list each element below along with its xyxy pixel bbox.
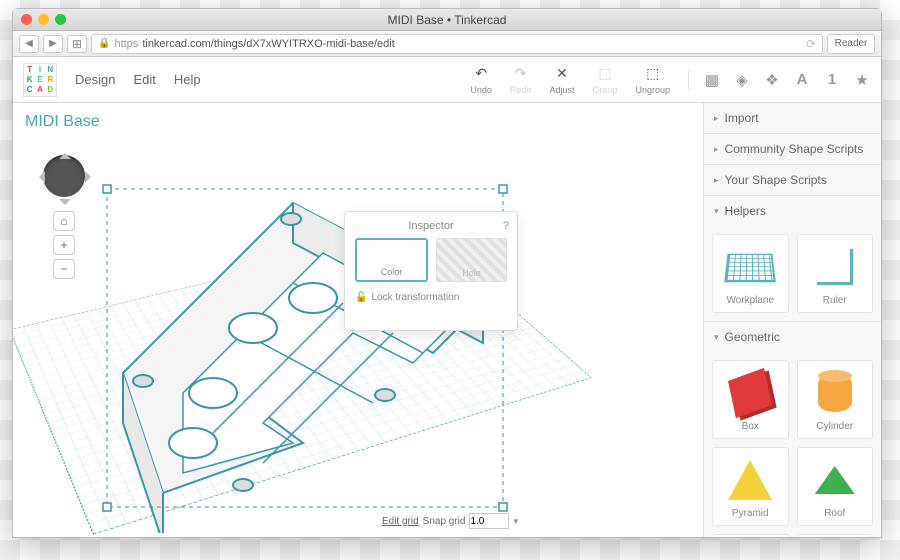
- edit-grid-link[interactable]: Edit grid: [382, 516, 419, 527]
- shape-roof[interactable]: Roof: [797, 447, 874, 526]
- sidebar-community[interactable]: Community Shape Scripts: [704, 134, 881, 164]
- back-button[interactable]: ◀: [19, 35, 39, 53]
- viewmode-wire-icon[interactable]: ❖: [763, 71, 781, 89]
- ungroup-icon: ⬚: [644, 65, 662, 83]
- workplane-icon: [724, 254, 776, 282]
- viewmode-1[interactable]: 1: [823, 71, 841, 89]
- sidebar-import[interactable]: Import: [704, 103, 881, 133]
- viewmode-solid-icon[interactable]: ▦: [703, 71, 721, 89]
- forward-button[interactable]: ▶: [43, 35, 63, 53]
- apps-button[interactable]: ⊞: [67, 35, 87, 53]
- model-title: MIDI Base: [25, 113, 100, 131]
- inspector-panel: Inspector ? Color Hole 🔓 Lock transforma…: [344, 211, 518, 331]
- lock-transformation[interactable]: 🔓 Lock transformation: [355, 292, 507, 303]
- roof-icon: [815, 466, 855, 494]
- sidebar-yours[interactable]: Your Shape Scripts: [704, 165, 881, 195]
- close-icon[interactable]: [21, 14, 32, 25]
- home-view-button[interactable]: ⌂: [53, 211, 75, 231]
- inspector-title: Inspector: [355, 220, 507, 232]
- url-bar[interactable]: 🔒 https tinkercad.com/things/dX7xWYITRXO…: [91, 34, 823, 54]
- group-icon: ⬚: [596, 65, 614, 83]
- refresh-icon[interactable]: ⟳: [806, 37, 816, 51]
- menu-design[interactable]: Design: [75, 72, 115, 87]
- group-button[interactable]: ⬚ Group: [592, 65, 617, 95]
- snap-grid-control: Edit grid Snap grid ▾: [382, 513, 518, 529]
- viewmode-star[interactable]: ★: [853, 71, 871, 89]
- hole-option[interactable]: Hole: [436, 238, 507, 282]
- pan-up-icon[interactable]: [59, 147, 71, 159]
- window-titlebar: MIDI Base • Tinkercad: [13, 9, 881, 31]
- viewmode-cube-icon[interactable]: ◈: [733, 71, 751, 89]
- pyramid-icon: [728, 460, 772, 500]
- pan-right-icon[interactable]: [85, 171, 97, 183]
- snap-grid-label: Snap grid: [423, 516, 466, 527]
- sidebar-helpers[interactable]: Helpers: [704, 196, 881, 226]
- reader-button[interactable]: Reader: [827, 34, 875, 54]
- app-toolbar: TIN KER CAD Design Edit Help ↶ Undo ↷ Re…: [13, 57, 881, 103]
- padlock-icon: 🔓: [355, 292, 367, 303]
- dropdown-icon[interactable]: ▾: [513, 516, 518, 527]
- pan-left-icon[interactable]: [33, 171, 45, 183]
- zoom-out-button[interactable]: −: [53, 259, 75, 279]
- ruler-icon: [817, 249, 853, 285]
- undo-icon: ↶: [472, 65, 490, 83]
- shape-sphere[interactable]: Sphere: [797, 534, 874, 537]
- snap-grid-input[interactable]: [469, 513, 509, 529]
- sidebar-geometric[interactable]: Geometric: [704, 322, 881, 352]
- window-title: MIDI Base • Tinkercad: [13, 13, 881, 27]
- box-icon: [728, 368, 772, 418]
- orbit-control[interactable]: [43, 155, 85, 197]
- menu-help[interactable]: Help: [174, 72, 201, 87]
- sidebar: Import Community Shape Scripts Your Shap…: [703, 103, 881, 537]
- viewmode-a[interactable]: A: [793, 71, 811, 89]
- shape-box[interactable]: Box: [712, 360, 789, 439]
- redo-icon: ↷: [512, 65, 530, 83]
- cylinder-icon: [818, 374, 852, 412]
- helper-ruler[interactable]: Ruler: [797, 234, 874, 313]
- ungroup-button[interactable]: ⬚ Ungroup: [635, 65, 670, 95]
- shape-pyramid[interactable]: Pyramid: [712, 447, 789, 526]
- shape-round-roof[interactable]: Round Roof: [712, 534, 789, 537]
- url-scheme: https: [114, 38, 138, 50]
- redo-button[interactable]: ↷ Redo: [510, 65, 532, 95]
- logo[interactable]: TIN KER CAD: [23, 63, 57, 97]
- lock-icon: 🔒: [98, 38, 110, 49]
- shape-cylinder[interactable]: Cylinder: [797, 360, 874, 439]
- zoom-in-button[interactable]: +: [53, 235, 75, 255]
- adjust-icon: ✕: [553, 65, 571, 83]
- adjust-button[interactable]: ✕ Adjust: [549, 65, 574, 95]
- color-option[interactable]: Color: [355, 238, 428, 282]
- url-text: tinkercad.com/things/dX7xWYITRXO-midi-ba…: [142, 38, 394, 50]
- zoom-icon[interactable]: [55, 14, 66, 25]
- canvas[interactable]: MIDI Base: [13, 103, 703, 537]
- pan-down-icon[interactable]: [59, 199, 71, 211]
- undo-button[interactable]: ↶ Undo: [470, 65, 492, 95]
- menu-edit[interactable]: Edit: [133, 72, 155, 87]
- helper-workplane[interactable]: Workplane: [712, 234, 789, 313]
- browser-toolbar: ◀ ▶ ⊞ 🔒 https tinkercad.com/things/dX7xW…: [13, 31, 881, 57]
- minimize-icon[interactable]: [38, 14, 49, 25]
- view-controls: ⌂ + −: [25, 147, 103, 257]
- help-icon[interactable]: ?: [503, 220, 509, 232]
